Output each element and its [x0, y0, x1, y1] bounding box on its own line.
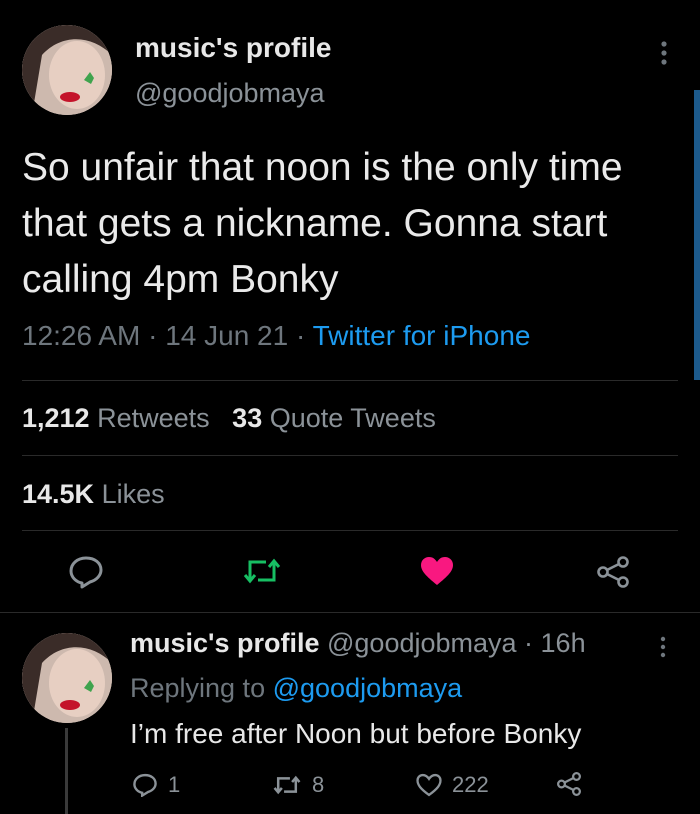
tweet-date: 14 Jun 21	[165, 320, 289, 351]
more-vertical-icon[interactable]	[658, 40, 670, 71]
avatar[interactable]	[22, 633, 112, 723]
avatar[interactable]	[22, 25, 112, 115]
reply-author-name[interactable]: music's profile	[130, 628, 319, 658]
heart-icon[interactable]	[420, 556, 454, 591]
reply-header: music's profile @goodjobmaya · 16h	[130, 628, 586, 659]
divider	[22, 380, 678, 381]
thread-line	[65, 728, 68, 814]
retweet-icon	[273, 775, 301, 795]
retweet-stats[interactable]: 1,212 Retweets 33 Quote Tweets	[22, 403, 436, 434]
tweet-meta: 12:26 AM · 14 Jun 21 · Twitter for iPhon…	[22, 320, 531, 351]
reply-count: 1	[168, 772, 181, 797]
retweet-icon[interactable]	[242, 556, 282, 591]
divider	[22, 455, 678, 456]
share-icon	[557, 772, 581, 796]
heart-icon	[416, 773, 442, 797]
quotes-count: 33	[232, 403, 263, 433]
likes-count: 14.5K	[22, 479, 95, 509]
reply-retweet-button[interactable]: 8	[272, 772, 324, 798]
reply-icon[interactable]	[68, 555, 104, 594]
share-icon[interactable]	[596, 556, 630, 593]
reply-icon	[133, 773, 157, 797]
replying-to: Replying to @goodjobmaya	[130, 673, 463, 703]
retweets-count: 1,212	[22, 403, 90, 433]
reply-age: · 16h	[524, 628, 586, 658]
replying-to-handle[interactable]: @goodjobmaya	[273, 673, 463, 703]
reply-like-button[interactable]: 222	[416, 772, 489, 798]
tweet-source[interactable]: Twitter for iPhone	[313, 320, 531, 351]
author-handle[interactable]: @goodjobmaya	[135, 78, 325, 109]
tweet-time: 12:26 AM	[22, 320, 141, 351]
scrollbar[interactable]	[694, 90, 700, 380]
reply-text: I’m free after Noon but before Bonky	[130, 718, 582, 749]
divider	[0, 612, 700, 613]
tweet-text: So unfair that noon is the only time tha…	[22, 146, 623, 301]
reply-reply-button[interactable]: 1	[132, 772, 180, 798]
more-vertical-icon[interactable]	[658, 636, 668, 663]
reply-retweet-count: 8	[312, 772, 325, 797]
reply-like-count: 222	[452, 772, 489, 797]
like-stats[interactable]: 14.5K Likes	[22, 479, 165, 510]
reply-share-button[interactable]	[556, 772, 582, 796]
reply-author-handle[interactable]: @goodjobmaya	[327, 628, 517, 658]
divider	[22, 530, 678, 531]
author-name[interactable]: music's profile	[135, 32, 332, 64]
